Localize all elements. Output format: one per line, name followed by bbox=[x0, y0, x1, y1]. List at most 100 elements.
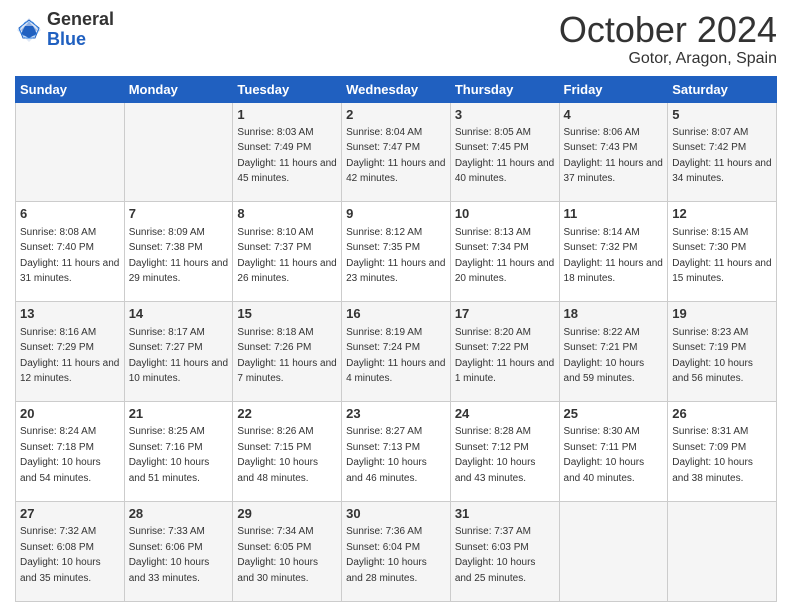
day-cell: 3 Sunrise: 8:05 AMSunset: 7:45 PMDayligh… bbox=[450, 102, 559, 202]
day-cell bbox=[668, 502, 777, 602]
day-cell: 27 Sunrise: 7:32 AMSunset: 6:08 PMDaylig… bbox=[16, 502, 125, 602]
day-cell: 22 Sunrise: 8:26 AMSunset: 7:15 PMDaylig… bbox=[233, 402, 342, 502]
day-number: 7 bbox=[129, 205, 229, 223]
header: General Blue October 2024 Gotor, Aragon,… bbox=[15, 10, 777, 68]
day-info: Sunrise: 8:23 AMSunset: 7:19 PMDaylight:… bbox=[672, 327, 753, 385]
logo: General Blue bbox=[15, 10, 114, 50]
day-number: 21 bbox=[129, 405, 229, 423]
day-info: Sunrise: 8:14 AMSunset: 7:32 PMDaylight:… bbox=[564, 227, 663, 285]
day-number: 19 bbox=[672, 305, 772, 323]
day-cell bbox=[559, 502, 668, 602]
day-cell bbox=[16, 102, 125, 202]
day-info: Sunrise: 8:16 AMSunset: 7:29 PMDaylight:… bbox=[20, 327, 119, 385]
day-info: Sunrise: 8:17 AMSunset: 7:27 PMDaylight:… bbox=[129, 327, 228, 385]
logo-text: General Blue bbox=[47, 10, 114, 50]
title-block: October 2024 Gotor, Aragon, Spain bbox=[559, 10, 777, 68]
day-info: Sunrise: 8:22 AMSunset: 7:21 PMDaylight:… bbox=[564, 327, 645, 385]
weekday-header-saturday: Saturday bbox=[668, 76, 777, 102]
location-title: Gotor, Aragon, Spain bbox=[559, 50, 777, 68]
day-cell: 18 Sunrise: 8:22 AMSunset: 7:21 PMDaylig… bbox=[559, 302, 668, 402]
day-info: Sunrise: 8:27 AMSunset: 7:13 PMDaylight:… bbox=[346, 426, 427, 484]
day-info: Sunrise: 8:20 AMSunset: 7:22 PMDaylight:… bbox=[455, 327, 554, 385]
day-number: 16 bbox=[346, 305, 446, 323]
day-info: Sunrise: 8:04 AMSunset: 7:47 PMDaylight:… bbox=[346, 127, 445, 185]
day-number: 27 bbox=[20, 505, 120, 523]
day-number: 20 bbox=[20, 405, 120, 423]
day-number: 3 bbox=[455, 106, 555, 124]
day-info: Sunrise: 8:05 AMSunset: 7:45 PMDaylight:… bbox=[455, 127, 554, 185]
logo-general: General bbox=[47, 9, 114, 29]
day-cell: 14 Sunrise: 8:17 AMSunset: 7:27 PMDaylig… bbox=[124, 302, 233, 402]
day-cell: 31 Sunrise: 7:37 AMSunset: 6:03 PMDaylig… bbox=[450, 502, 559, 602]
day-cell: 10 Sunrise: 8:13 AMSunset: 7:34 PMDaylig… bbox=[450, 202, 559, 302]
day-number: 12 bbox=[672, 205, 772, 223]
logo-blue: Blue bbox=[47, 29, 86, 49]
day-cell: 2 Sunrise: 8:04 AMSunset: 7:47 PMDayligh… bbox=[342, 102, 451, 202]
day-cell: 25 Sunrise: 8:30 AMSunset: 7:11 PMDaylig… bbox=[559, 402, 668, 502]
day-info: Sunrise: 7:32 AMSunset: 6:08 PMDaylight:… bbox=[20, 526, 101, 584]
day-info: Sunrise: 8:07 AMSunset: 7:42 PMDaylight:… bbox=[672, 127, 771, 185]
calendar-header: SundayMondayTuesdayWednesdayThursdayFrid… bbox=[16, 76, 777, 102]
day-info: Sunrise: 7:33 AMSunset: 6:06 PMDaylight:… bbox=[129, 526, 210, 584]
day-info: Sunrise: 8:28 AMSunset: 7:12 PMDaylight:… bbox=[455, 426, 536, 484]
day-info: Sunrise: 8:31 AMSunset: 7:09 PMDaylight:… bbox=[672, 426, 753, 484]
day-cell: 26 Sunrise: 8:31 AMSunset: 7:09 PMDaylig… bbox=[668, 402, 777, 502]
day-cell: 11 Sunrise: 8:14 AMSunset: 7:32 PMDaylig… bbox=[559, 202, 668, 302]
day-cell: 13 Sunrise: 8:16 AMSunset: 7:29 PMDaylig… bbox=[16, 302, 125, 402]
day-cell: 8 Sunrise: 8:10 AMSunset: 7:37 PMDayligh… bbox=[233, 202, 342, 302]
day-cell: 17 Sunrise: 8:20 AMSunset: 7:22 PMDaylig… bbox=[450, 302, 559, 402]
day-info: Sunrise: 8:24 AMSunset: 7:18 PMDaylight:… bbox=[20, 426, 101, 484]
weekday-header-thursday: Thursday bbox=[450, 76, 559, 102]
day-number: 10 bbox=[455, 205, 555, 223]
day-number: 29 bbox=[237, 505, 337, 523]
day-number: 4 bbox=[564, 106, 664, 124]
day-cell: 20 Sunrise: 8:24 AMSunset: 7:18 PMDaylig… bbox=[16, 402, 125, 502]
month-title: October 2024 bbox=[559, 10, 777, 50]
day-info: Sunrise: 7:37 AMSunset: 6:03 PMDaylight:… bbox=[455, 526, 536, 584]
day-number: 5 bbox=[672, 106, 772, 124]
weekday-header-tuesday: Tuesday bbox=[233, 76, 342, 102]
day-number: 8 bbox=[237, 205, 337, 223]
day-number: 9 bbox=[346, 205, 446, 223]
weekday-row: SundayMondayTuesdayWednesdayThursdayFrid… bbox=[16, 76, 777, 102]
day-info: Sunrise: 8:15 AMSunset: 7:30 PMDaylight:… bbox=[672, 227, 771, 285]
calendar: SundayMondayTuesdayWednesdayThursdayFrid… bbox=[15, 76, 777, 602]
week-row-2: 6 Sunrise: 8:08 AMSunset: 7:40 PMDayligh… bbox=[16, 202, 777, 302]
day-number: 14 bbox=[129, 305, 229, 323]
day-cell: 5 Sunrise: 8:07 AMSunset: 7:42 PMDayligh… bbox=[668, 102, 777, 202]
day-cell: 19 Sunrise: 8:23 AMSunset: 7:19 PMDaylig… bbox=[668, 302, 777, 402]
day-number: 22 bbox=[237, 405, 337, 423]
day-cell: 12 Sunrise: 8:15 AMSunset: 7:30 PMDaylig… bbox=[668, 202, 777, 302]
week-row-1: 1 Sunrise: 8:03 AMSunset: 7:49 PMDayligh… bbox=[16, 102, 777, 202]
day-number: 26 bbox=[672, 405, 772, 423]
day-info: Sunrise: 8:08 AMSunset: 7:40 PMDaylight:… bbox=[20, 227, 119, 285]
day-number: 11 bbox=[564, 205, 664, 223]
day-cell: 6 Sunrise: 8:08 AMSunset: 7:40 PMDayligh… bbox=[16, 202, 125, 302]
day-number: 23 bbox=[346, 405, 446, 423]
day-info: Sunrise: 8:13 AMSunset: 7:34 PMDaylight:… bbox=[455, 227, 554, 285]
day-info: Sunrise: 8:12 AMSunset: 7:35 PMDaylight:… bbox=[346, 227, 445, 285]
day-cell: 16 Sunrise: 8:19 AMSunset: 7:24 PMDaylig… bbox=[342, 302, 451, 402]
day-number: 1 bbox=[237, 106, 337, 124]
day-number: 28 bbox=[129, 505, 229, 523]
day-cell: 28 Sunrise: 7:33 AMSunset: 6:06 PMDaylig… bbox=[124, 502, 233, 602]
weekday-header-monday: Monday bbox=[124, 76, 233, 102]
week-row-3: 13 Sunrise: 8:16 AMSunset: 7:29 PMDaylig… bbox=[16, 302, 777, 402]
day-info: Sunrise: 8:10 AMSunset: 7:37 PMDaylight:… bbox=[237, 227, 336, 285]
day-info: Sunrise: 8:18 AMSunset: 7:26 PMDaylight:… bbox=[237, 327, 336, 385]
day-number: 6 bbox=[20, 205, 120, 223]
day-number: 30 bbox=[346, 505, 446, 523]
day-cell: 24 Sunrise: 8:28 AMSunset: 7:12 PMDaylig… bbox=[450, 402, 559, 502]
day-number: 25 bbox=[564, 405, 664, 423]
day-number: 17 bbox=[455, 305, 555, 323]
calendar-body: 1 Sunrise: 8:03 AMSunset: 7:49 PMDayligh… bbox=[16, 102, 777, 601]
week-row-4: 20 Sunrise: 8:24 AMSunset: 7:18 PMDaylig… bbox=[16, 402, 777, 502]
day-info: Sunrise: 7:34 AMSunset: 6:05 PMDaylight:… bbox=[237, 526, 318, 584]
weekday-header-wednesday: Wednesday bbox=[342, 76, 451, 102]
day-cell: 30 Sunrise: 7:36 AMSunset: 6:04 PMDaylig… bbox=[342, 502, 451, 602]
page: General Blue October 2024 Gotor, Aragon,… bbox=[0, 0, 792, 612]
day-info: Sunrise: 8:03 AMSunset: 7:49 PMDaylight:… bbox=[237, 127, 336, 185]
day-info: Sunrise: 7:36 AMSunset: 6:04 PMDaylight:… bbox=[346, 526, 427, 584]
day-number: 31 bbox=[455, 505, 555, 523]
day-cell: 1 Sunrise: 8:03 AMSunset: 7:49 PMDayligh… bbox=[233, 102, 342, 202]
